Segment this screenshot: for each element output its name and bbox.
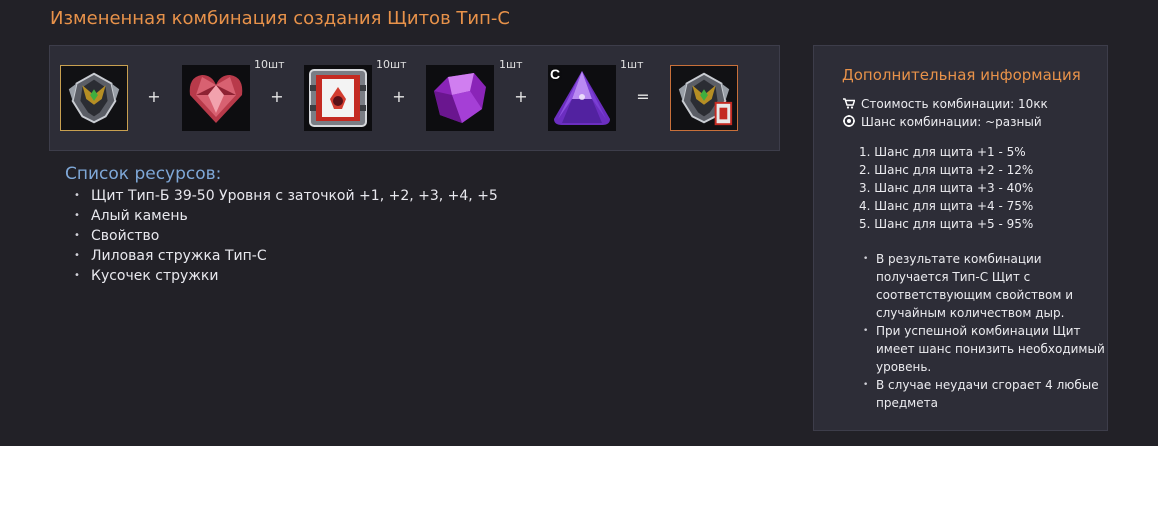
purple-shard-icon — [426, 65, 494, 131]
bullet-dot: • — [863, 380, 869, 390]
list-item: 2. Шанс для щита +2 - 12% — [859, 163, 1034, 177]
list-item: • При успешной комбинации Щит имеет шанс … — [863, 324, 1105, 374]
list-item: • Кусочек стружки — [74, 268, 219, 284]
item-slot-shield-b[interactable] — [60, 65, 128, 131]
cart-icon — [843, 97, 857, 112]
resources-list: • Щит Тип-Б 39-50 Уровня с заточкой +1, +… — [70, 186, 498, 286]
item-count: 10шт — [376, 58, 407, 71]
list-item: 5. Шанс для щита +5 - 95% — [859, 217, 1034, 231]
info-panel: Дополнительная информация Стоимость комб… — [813, 45, 1108, 431]
page-title: Измененная комбинация создания Щитов Тип… — [50, 8, 510, 29]
chance-icon — [843, 115, 857, 130]
item-slot-lilac-shavings[interactable] — [426, 65, 494, 131]
bullet-dot: • — [74, 210, 80, 221]
red-gem-icon — [182, 65, 250, 131]
bullet-dot: • — [863, 326, 869, 336]
plus-operator: + — [147, 87, 161, 106]
list-item: • В результате комбинации получается Тип-… — [863, 252, 1074, 320]
item-count: 1шт — [499, 58, 523, 71]
resources-heading: Список ресурсов: — [65, 164, 222, 184]
bullet-dot: • — [74, 270, 80, 281]
plus-operator: + — [392, 87, 406, 106]
property-book-icon — [304, 65, 372, 131]
list-item: • Щит Тип-Б 39-50 Уровня с заточкой +1, +… — [74, 188, 498, 204]
plus-operator: + — [514, 87, 528, 106]
bullet-dot: • — [863, 254, 869, 264]
list-item: • Лиловая стружка Тип-С — [74, 248, 267, 264]
list-item: • Свойство — [74, 228, 160, 244]
info-heading: Дополнительная информация — [842, 66, 1081, 84]
bullet-dot: • — [74, 250, 80, 261]
list-item: 3. Шанс для щита +3 - 40% — [859, 181, 1034, 195]
list-item: • Алый камень — [74, 208, 188, 224]
result-slot-shield-c[interactable] — [670, 65, 738, 131]
shield-c-icon — [671, 66, 737, 130]
chance-row: Шанс комбинации: ~разный — [843, 115, 1042, 130]
notes-list: • В результате комбинации получается Тип-… — [862, 250, 1106, 412]
bullet-dot: • — [74, 190, 80, 201]
item-count: 10шт — [254, 58, 285, 71]
cost-row: Стоимость комбинации: 10кк — [843, 97, 1048, 112]
item-slot-property[interactable] — [304, 65, 372, 131]
item-count: 1шт — [620, 58, 644, 71]
list-item: 4. Шанс для щита +4 - 75% — [859, 199, 1034, 213]
grade-label: C — [550, 66, 561, 82]
shield-b-icon — [61, 66, 127, 130]
list-item: • В случае неудачи сгорает 4 любые предме… — [863, 378, 1099, 410]
item-slot-shavings-piece[interactable]: C — [548, 65, 616, 131]
item-slot-scarlet-stone[interactable] — [182, 65, 250, 131]
recipe-panel: Измененная комбинация создания Щитов Тип… — [0, 0, 1158, 446]
equals-operator: = — [636, 87, 650, 106]
plus-operator: + — [270, 87, 284, 106]
combination-bar: + 10шт + 10шт + 1шт + C 1шт = — [49, 45, 780, 151]
list-item: 1. Шанс для щита +1 - 5% — [859, 145, 1026, 159]
bullet-dot: • — [74, 230, 80, 241]
chance-list: 1. Шанс для щита +1 - 5% 2. Шанс для щит… — [859, 143, 1033, 233]
